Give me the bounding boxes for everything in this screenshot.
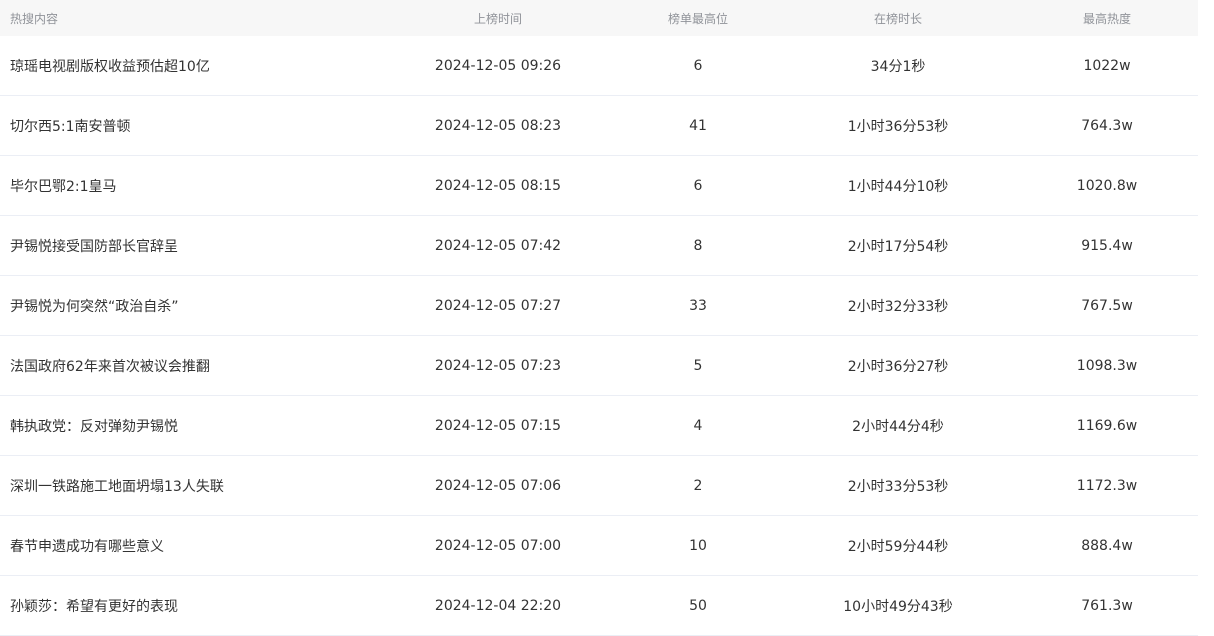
cell-duration: 2小时59分44秒 xyxy=(847,538,949,555)
table-row[interactable]: 春节申遗成功有哪些意义 2024-12-05 07:00 10 2小时59分44… xyxy=(0,516,1198,576)
cell-title[interactable]: 毕尔巴鄂2:1皇马 xyxy=(0,176,380,196)
hot-search-table: 热搜内容 上榜时间 榜单最高位 在榜时长 最高热度 琼瑶电视剧版权收益预估超10… xyxy=(0,0,1198,636)
table-row[interactable]: 尹锡悦为何突然“政治自杀” 2024-12-05 07:27 33 2小时32分… xyxy=(0,276,1198,336)
cell-duration: 2小时33分53秒 xyxy=(847,478,949,495)
cell-time: 2024-12-05 08:23 xyxy=(434,117,562,134)
cell-rank: 33 xyxy=(689,297,707,314)
cell-title[interactable]: 韩执政党：反对弹劾尹锡悦 xyxy=(0,416,380,436)
cell-heat: 764.3w xyxy=(1081,117,1133,134)
cell-rank: 10 xyxy=(689,537,707,554)
cell-duration: 2小时36分27秒 xyxy=(847,358,949,375)
cell-rank: 8 xyxy=(693,237,703,254)
cell-time: 2024-12-05 07:15 xyxy=(434,417,562,434)
table-row[interactable]: 孙颖莎：希望有更好的表现 2024-12-04 22:20 50 10小时49分… xyxy=(0,576,1198,636)
cell-rank: 6 xyxy=(693,57,703,74)
cell-duration: 10小时49分43秒 xyxy=(843,598,953,615)
table-row[interactable]: 毕尔巴鄂2:1皇马 2024-12-05 08:15 6 1小时44分10秒 1… xyxy=(0,156,1198,216)
cell-title[interactable]: 春节申遗成功有哪些意义 xyxy=(0,536,380,556)
cell-duration: 34分1秒 xyxy=(870,58,926,75)
cell-time: 2024-12-05 07:06 xyxy=(434,477,562,494)
cell-heat: 1169.6w xyxy=(1076,417,1138,434)
cell-rank: 2 xyxy=(693,477,703,494)
cell-time: 2024-12-04 22:20 xyxy=(434,597,562,614)
cell-heat: 1020.8w xyxy=(1076,177,1138,194)
cell-rank: 5 xyxy=(693,357,703,374)
cell-time: 2024-12-05 07:27 xyxy=(434,297,562,314)
table-header: 热搜内容 上榜时间 榜单最高位 在榜时长 最高热度 xyxy=(0,0,1198,36)
cell-duration: 2小时44分4秒 xyxy=(852,418,944,435)
cell-rank: 4 xyxy=(693,417,703,434)
table-row[interactable]: 韩执政党：反对弹劾尹锡悦 2024-12-05 07:15 4 2小时44分4秒… xyxy=(0,396,1198,456)
cell-heat: 1098.3w xyxy=(1076,357,1138,374)
column-header-duration[interactable]: 在榜时长 xyxy=(780,10,1016,27)
column-header-time[interactable]: 上榜时间 xyxy=(380,10,616,27)
cell-title[interactable]: 深圳一铁路施工地面坍塌13人失联 xyxy=(0,476,380,496)
table-row[interactable]: 切尔西5:1南安普顿 2024-12-05 08:23 41 1小时36分53秒… xyxy=(0,96,1198,156)
table-row[interactable]: 深圳一铁路施工地面坍塌13人失联 2024-12-05 07:06 2 2小时3… xyxy=(0,456,1198,516)
cell-time: 2024-12-05 07:00 xyxy=(434,537,562,554)
cell-duration: 1小时44分10秒 xyxy=(847,178,949,195)
cell-title[interactable]: 尹锡悦接受国防部长官辞呈 xyxy=(0,236,380,256)
cell-duration: 2小时17分54秒 xyxy=(847,238,949,255)
cell-title[interactable]: 切尔西5:1南安普顿 xyxy=(0,116,380,136)
cell-heat: 767.5w xyxy=(1081,297,1133,314)
cell-title[interactable]: 孙颖莎：希望有更好的表现 xyxy=(0,596,380,616)
cell-heat: 761.3w xyxy=(1081,597,1133,614)
column-header-heat[interactable]: 最高热度 xyxy=(1016,10,1198,27)
cell-heat: 1172.3w xyxy=(1076,477,1138,494)
cell-heat: 1022w xyxy=(1083,57,1131,74)
cell-time: 2024-12-05 07:23 xyxy=(434,357,562,374)
cell-rank: 41 xyxy=(689,117,707,134)
cell-title[interactable]: 尹锡悦为何突然“政治自杀” xyxy=(0,296,380,316)
cell-rank: 6 xyxy=(693,177,703,194)
cell-title[interactable]: 琼瑶电视剧版权收益预估超10亿 xyxy=(0,56,380,76)
column-header-title[interactable]: 热搜内容 xyxy=(0,10,380,27)
cell-duration: 2小时32分33秒 xyxy=(847,298,949,315)
table-row[interactable]: 琼瑶电视剧版权收益预估超10亿 2024-12-05 09:26 6 34分1秒… xyxy=(0,36,1198,96)
table-row[interactable]: 法国政府62年来首次被议会推翻 2024-12-05 07:23 5 2小时36… xyxy=(0,336,1198,396)
cell-time: 2024-12-05 07:42 xyxy=(434,237,562,254)
cell-heat: 915.4w xyxy=(1081,237,1133,254)
column-header-rank[interactable]: 榜单最高位 xyxy=(616,10,780,27)
cell-rank: 50 xyxy=(689,597,707,614)
table-row[interactable]: 尹锡悦接受国防部长官辞呈 2024-12-05 07:42 8 2小时17分54… xyxy=(0,216,1198,276)
cell-title[interactable]: 法国政府62年来首次被议会推翻 xyxy=(0,356,380,376)
cell-heat: 888.4w xyxy=(1081,537,1133,554)
cell-duration: 1小时36分53秒 xyxy=(847,118,949,135)
cell-time: 2024-12-05 08:15 xyxy=(434,177,562,194)
cell-time: 2024-12-05 09:26 xyxy=(434,57,562,74)
